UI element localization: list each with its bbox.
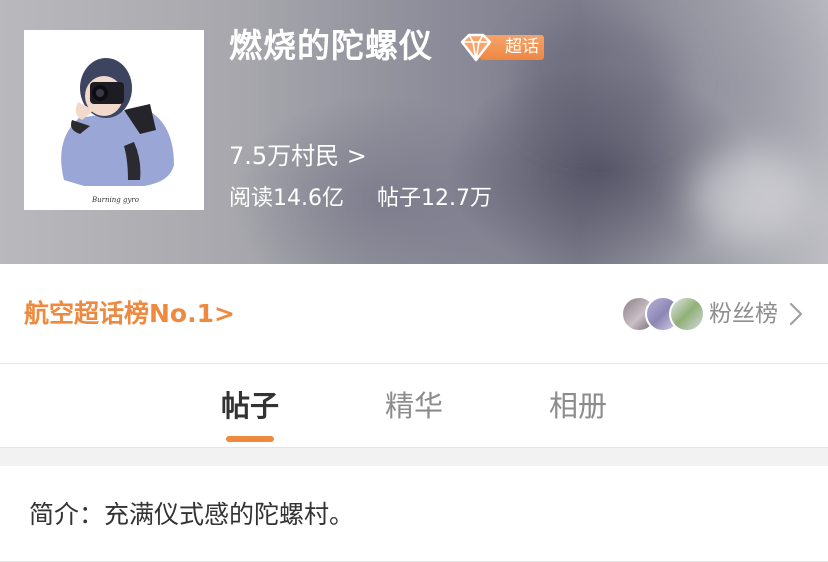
post-count: 帖子12.7万 [377,186,492,211]
category-rank-link[interactable]: 航空超话榜No.1> [24,297,235,331]
tab-posts[interactable]: 帖子 [210,386,290,426]
tab-essence[interactable]: 精华 [374,386,454,426]
fan-avatars [621,295,705,333]
read-count: 阅读14.6亿 [229,186,344,211]
avatar-illustration: Burning gyro [24,30,204,210]
content-tabs: 帖子 精华 相册 [0,364,828,448]
tab-album[interactable]: 相册 [538,386,618,426]
section-divider [0,448,828,466]
gem-icon [460,33,492,62]
topic-stats: 阅读14.6亿 帖子12.7万 [229,184,492,214]
svg-text:Burning gyro: Burning gyro [91,196,139,204]
fans-rank-label: 粉丝榜 [709,301,778,327]
chevron-right-icon [789,302,803,326]
fans-rank-link[interactable]: 粉丝榜 [621,295,804,333]
active-tab-indicator [226,436,274,442]
super-topic-badge: 超话 [456,32,544,63]
intro-text: 简介：充满仪式感的陀螺村。 [29,500,355,529]
topic-header: Burning gyro 燃烧的陀螺仪 超话 7.5万村民 > 阅读14.6亿 … [0,0,828,264]
fan-avatar [669,296,705,332]
header-background-blur [690,150,810,240]
topic-title: 燃烧的陀螺仪 [229,26,433,65]
rank-bar: 航空超话榜No.1> 粉丝榜 [0,264,828,364]
intro-section: 简介：充满仪式感的陀螺村。 [0,466,828,562]
members-link[interactable]: 7.5万村民 > [229,140,367,172]
header-background-blur [520,20,680,140]
topic-avatar[interactable]: Burning gyro [24,30,204,210]
